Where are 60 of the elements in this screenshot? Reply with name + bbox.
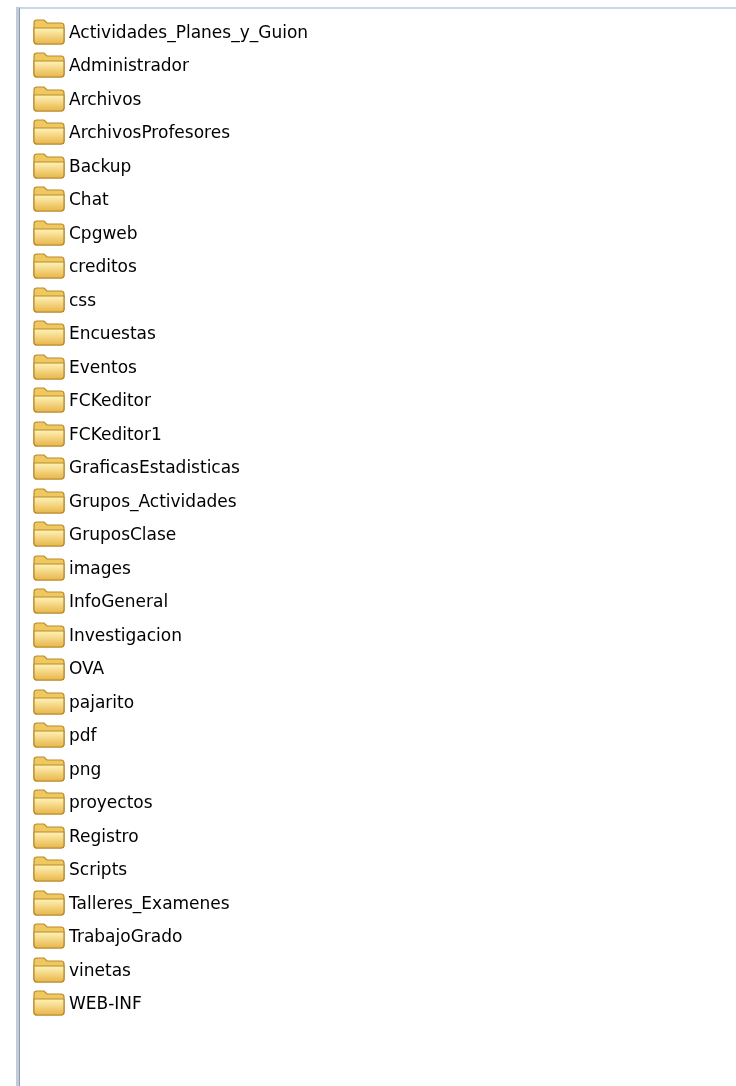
folder-name[interactable]: InfoGeneral: [69, 591, 169, 612]
folder-name[interactable]: Eventos: [69, 356, 137, 377]
folder-name[interactable]: Investigacion: [69, 624, 182, 645]
folder-icon: [32, 521, 66, 548]
folder-name[interactable]: Backup: [69, 155, 132, 176]
folder-icon: [32, 119, 66, 146]
folder-icon: [32, 487, 66, 514]
folder-name[interactable]: FCKeditor: [69, 390, 151, 411]
folder-name[interactable]: Scripts: [69, 859, 128, 880]
folder-icon: [32, 253, 66, 280]
folder-icon: [32, 789, 66, 816]
folder-icon: [32, 588, 66, 615]
folder-name[interactable]: images: [69, 557, 131, 578]
folder-icon: [32, 688, 66, 715]
folder-icon: [32, 722, 66, 749]
folder-name[interactable]: FCKeditor1: [69, 423, 162, 444]
folder-icon: [32, 956, 66, 983]
folder-icon: [32, 621, 66, 648]
folder-name[interactable]: Actividades_Planes_y_Guion: [69, 21, 309, 42]
folder-icon: [32, 856, 66, 883]
folder-name[interactable]: creditos: [69, 256, 137, 277]
folder-icon: [32, 286, 66, 313]
folder-icon: [32, 990, 66, 1017]
folder-name[interactable]: Cpgweb: [69, 222, 138, 243]
folder-name[interactable]: OVA: [69, 658, 105, 679]
folder-icon: [32, 18, 66, 45]
folder-name[interactable]: Talleres_Examenes: [69, 892, 230, 913]
folder-name[interactable]: GruposClase: [69, 524, 177, 545]
folder-icon: [32, 52, 66, 79]
folder-name[interactable]: Registro: [69, 825, 139, 846]
folder-icon: [32, 186, 66, 213]
folder-name[interactable]: Chat: [69, 189, 109, 210]
folder-name[interactable]: pdf: [69, 725, 97, 746]
folder-icon: [32, 152, 66, 179]
folder-icon: [32, 822, 66, 849]
folder-icon: [32, 454, 66, 481]
folder-name[interactable]: Grupos_Actividades: [69, 490, 237, 511]
folder-icon: [32, 655, 66, 682]
folder-name[interactable]: ArchivosProfesores: [69, 122, 230, 143]
folder-name[interactable]: WEB-INF: [69, 993, 142, 1014]
folder-name[interactable]: Archivos: [69, 88, 142, 109]
folder-icon: [32, 889, 66, 916]
folder-icon: [32, 755, 66, 782]
folder-name[interactable]: pajarito: [69, 691, 135, 712]
folder-name[interactable]: TrabajoGrado: [69, 926, 183, 947]
folder-name[interactable]: png: [69, 758, 102, 779]
folder-icon: [32, 420, 66, 447]
folder-icon: [32, 353, 66, 380]
folder-name[interactable]: proyectos: [69, 792, 153, 813]
folder-icon: [32, 387, 66, 414]
folder-icon: [32, 320, 66, 347]
folder-icon: [32, 85, 66, 112]
folder-name[interactable]: vinetas: [69, 959, 131, 980]
folder-icon: [32, 923, 66, 950]
folder-icon: [32, 219, 66, 246]
folder-name[interactable]: css: [69, 289, 97, 310]
folder-name[interactable]: Encuestas: [69, 323, 156, 344]
folder-icon: [32, 554, 66, 581]
folder-name[interactable]: GraficasEstadisticas: [69, 457, 240, 478]
folder-name[interactable]: Administrador: [69, 55, 189, 76]
